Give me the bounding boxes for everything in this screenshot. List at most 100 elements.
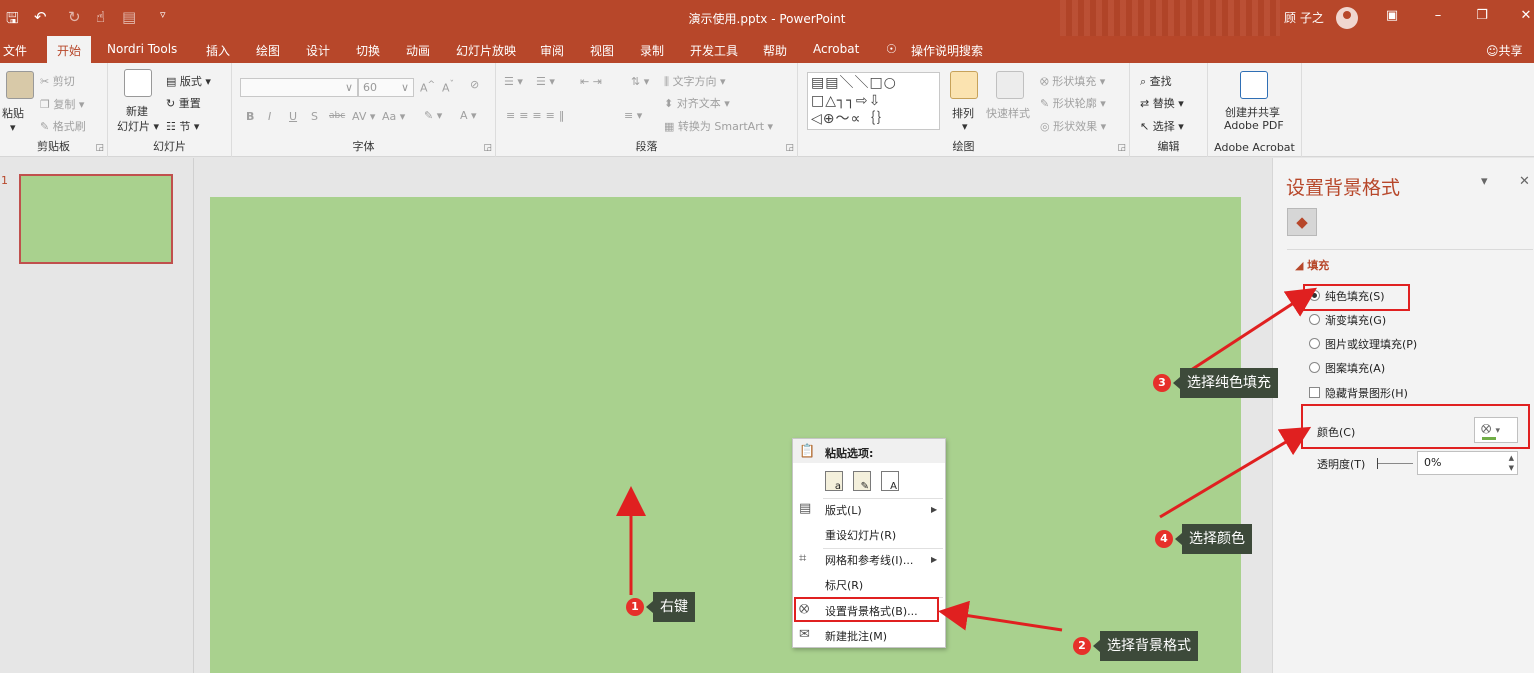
paste-button[interactable]: 粘贴 — [2, 105, 24, 121]
fill-tab-icon[interactable]: ◆ — [1287, 208, 1317, 236]
line-spacing-icon[interactable]: ⇅ ▾ — [631, 75, 649, 88]
tab-slideshow[interactable]: 幻灯片放映 — [456, 42, 516, 59]
hide-graphics-label[interactable]: 隐藏背景图形(H) — [1325, 385, 1408, 401]
grow-font-button[interactable]: A^ — [420, 79, 435, 95]
change-case-button[interactable]: Aa ▾ — [382, 110, 405, 123]
font-size-combo[interactable]: 60 ∨ — [358, 78, 414, 97]
strikethrough-button[interactable]: abc — [329, 111, 345, 121]
find-button[interactable]: ⌕ 查找 — [1140, 73, 1172, 89]
align-text-button[interactable]: ⬍ 对齐文本 ▾ — [664, 95, 730, 111]
slide-canvas[interactable] — [210, 197, 1241, 673]
menu-item-ruler[interactable]: 标尺(R) — [825, 577, 863, 593]
menu-item-layout[interactable]: 版式(L) — [825, 502, 862, 518]
tab-draw[interactable]: 绘图 — [256, 42, 280, 59]
option-gradient-fill[interactable]: 渐变填充(G) — [1325, 312, 1386, 328]
clipboard-launcher-icon[interactable]: ◲ — [95, 143, 104, 153]
paragraph-launcher-icon[interactable]: ◲ — [785, 143, 794, 153]
tell-me-search[interactable]: 操作说明搜索 — [911, 42, 983, 59]
menu-item-new-comment[interactable]: 新建批注(M) — [825, 628, 887, 644]
paste-source-format-icon[interactable]: ✎ — [853, 471, 871, 492]
section-button[interactable]: ☷ 节 ▾ — [166, 118, 199, 134]
select-button[interactable]: ↖ 选择 ▾ — [1140, 118, 1184, 134]
tab-record[interactable]: 录制 — [640, 42, 664, 59]
reset-button[interactable]: ↻ 重置 — [166, 95, 201, 111]
clear-format-icon[interactable]: ⊘ — [470, 78, 479, 91]
smartart-button[interactable]: ▦ 转换为 SmartArt ▾ — [664, 118, 773, 134]
align-buttons[interactable]: ≡≡≡≡‖ — [506, 109, 568, 122]
spinner-arrows-icon[interactable]: ▲ ▼ — [1509, 453, 1514, 473]
pane-options-icon[interactable]: ▾ — [1481, 174, 1488, 189]
radio-picture-fill[interactable] — [1309, 338, 1320, 349]
tab-insert[interactable]: 插入 — [206, 42, 230, 59]
font-launcher-icon[interactable]: ◲ — [483, 143, 492, 153]
tab-help[interactable]: 帮助 — [763, 42, 787, 59]
create-pdf-label-1[interactable]: 创建并共享 — [1225, 104, 1280, 120]
option-picture-fill[interactable]: 图片或纹理填充(P) — [1325, 336, 1417, 352]
transparency-slider[interactable] — [1377, 458, 1413, 469]
shapes-gallery[interactable]: ▤▤＼＼□○ □△┐┐⇨⇩ ◁⊕～∝｛｝ — [807, 72, 940, 130]
indent-icon[interactable]: ⇤ ⇥ — [580, 75, 602, 88]
char-spacing-button[interactable]: AV ▾ — [352, 110, 375, 123]
hide-graphics-checkbox[interactable] — [1309, 387, 1320, 398]
pdf-icon[interactable] — [1240, 71, 1268, 99]
tab-transitions[interactable]: 切换 — [356, 42, 380, 59]
paste-text-only-icon[interactable]: A — [881, 471, 899, 492]
restore-icon[interactable]: ❐ — [1472, 8, 1492, 23]
highlight-icon[interactable]: ✎ ▾ — [424, 109, 442, 122]
arrange-button[interactable]: 排列 — [952, 105, 974, 121]
columns-icon[interactable]: ≡ ▾ — [624, 109, 642, 122]
new-slide-button[interactable]: 幻灯片 ▾ — [117, 118, 159, 134]
menu-item-grid-guides[interactable]: 网格和参考线(I)... — [825, 552, 913, 568]
text-direction-button[interactable]: ⫼ 文字方向 ▾ — [664, 73, 726, 89]
tab-acrobat[interactable]: Acrobat — [813, 42, 859, 56]
paste-dropdown-icon[interactable]: ▾ — [10, 121, 16, 134]
arrange-dropdown-icon[interactable]: ▾ — [962, 120, 968, 133]
paste-icon[interactable] — [6, 71, 34, 99]
drawing-launcher-icon[interactable]: ◲ — [1117, 143, 1126, 153]
option-pattern-fill[interactable]: 图案填充(A) — [1325, 360, 1385, 376]
lightbulb-icon[interactable]: ☉ — [886, 42, 897, 56]
user-name[interactable]: 顾 子之 — [1284, 9, 1324, 26]
new-slide-icon[interactable] — [124, 69, 152, 97]
underline-button[interactable]: U — [289, 110, 297, 123]
bullets-icon[interactable]: ☰ ▾ — [504, 75, 523, 88]
font-name-combo[interactable]: ∨ — [240, 78, 358, 97]
tab-review[interactable]: 审阅 — [540, 42, 564, 59]
shrink-font-button[interactable]: Aˇ — [442, 79, 454, 95]
italic-button[interactable]: I — [268, 110, 271, 123]
shadow-button[interactable]: S — [311, 110, 318, 123]
numbering-icon[interactable]: ☰ ▾ — [536, 75, 555, 88]
paste-theme-icon[interactable]: a — [825, 471, 843, 492]
slide-thumbnail[interactable] — [19, 174, 173, 264]
menu-item-reset-slide[interactable]: 重设幻灯片(R) — [825, 527, 896, 543]
quick-styles-button[interactable]: 快速样式 — [986, 105, 1030, 121]
radio-gradient-fill[interactable] — [1309, 314, 1320, 325]
share-button[interactable]: ☺共享 — [1486, 42, 1523, 59]
cut-button[interactable]: ✂ 剪切 — [40, 73, 75, 89]
tab-animations[interactable]: 动画 — [406, 42, 430, 59]
bold-button[interactable]: B — [246, 110, 254, 123]
radio-pattern-fill[interactable] — [1309, 362, 1320, 373]
tab-view[interactable]: 视图 — [590, 42, 614, 59]
arrange-icon[interactable] — [950, 71, 978, 99]
minimize-icon[interactable]: – — [1428, 8, 1448, 23]
fill-section-header[interactable]: ◢ 填充 — [1295, 257, 1329, 273]
ribbon-display-icon[interactable]: ▣ — [1382, 8, 1402, 23]
copy-button[interactable]: ❐ 复制 ▾ — [40, 96, 84, 112]
format-painter-button[interactable]: ✎ 格式刷 — [40, 118, 86, 134]
tab-developer[interactable]: 开发工具 — [690, 42, 738, 59]
layout-button[interactable]: ▤ 版式 ▾ — [166, 73, 211, 89]
quick-styles-icon[interactable] — [996, 71, 1024, 99]
close-icon[interactable]: ✕ — [1516, 8, 1534, 23]
create-pdf-button[interactable]: Adobe PDF — [1224, 119, 1284, 132]
tab-home[interactable]: 开始 — [47, 36, 92, 64]
avatar[interactable] — [1336, 7, 1358, 29]
shape-effects-button[interactable]: ◎ 形状效果 ▾ — [1040, 118, 1106, 134]
shape-fill-button[interactable]: ⭙ 形状填充 ▾ — [1040, 73, 1105, 89]
pane-close-icon[interactable]: ✕ — [1519, 174, 1530, 189]
replace-button[interactable]: ⇄ 替换 ▾ — [1140, 95, 1184, 111]
shape-outline-button[interactable]: ✎ 形状轮廓 ▾ — [1040, 95, 1106, 111]
new-slide-label-1[interactable]: 新建 — [126, 103, 148, 119]
tab-file[interactable]: 文件 — [3, 42, 27, 59]
tab-design[interactable]: 设计 — [306, 42, 330, 59]
